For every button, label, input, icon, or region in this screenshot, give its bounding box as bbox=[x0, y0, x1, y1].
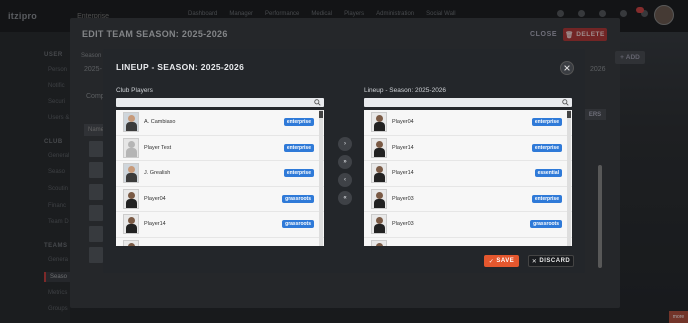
player-row[interactable]: A. Cambiaso enterprise bbox=[116, 110, 324, 136]
player-row[interactable]: Player04 enterprise bbox=[364, 110, 572, 136]
save-button[interactable]: ✓ SAVE bbox=[484, 255, 519, 267]
player-photo bbox=[371, 163, 387, 184]
player-photo bbox=[371, 112, 387, 133]
check-icon: ✓ bbox=[488, 258, 497, 265]
player-name: Player03 bbox=[392, 221, 414, 228]
player-name: J. Grealish bbox=[144, 170, 171, 177]
search-icon bbox=[562, 99, 569, 106]
player-photo bbox=[371, 188, 387, 209]
license-badge: essential bbox=[534, 169, 562, 177]
move-all-right-button[interactable]: » bbox=[338, 155, 352, 169]
discard-button[interactable]: ✕ DISCARD bbox=[528, 255, 574, 267]
player-photo bbox=[371, 239, 387, 246]
player-row[interactable]: J. Grealish enterprise bbox=[116, 161, 324, 187]
search-icon bbox=[314, 99, 321, 106]
player-photo bbox=[123, 163, 139, 184]
license-badge: enterprise bbox=[531, 194, 562, 203]
lineup-label: Lineup - Season: 2025-2026 bbox=[364, 87, 447, 94]
player-row[interactable]: Player14 grassroots bbox=[116, 212, 324, 238]
close-icon: ✕ bbox=[531, 258, 540, 265]
player-photo bbox=[123, 214, 139, 235]
player-row[interactable]: Player03 enterprise bbox=[364, 187, 572, 212]
license-badge: enterprise bbox=[283, 118, 314, 126]
player-name: Player04 bbox=[392, 119, 414, 126]
player-row[interactable]: Player04 grassroots bbox=[116, 187, 324, 212]
save-label: SAVE bbox=[496, 258, 515, 264]
license-badge: grassroots bbox=[282, 194, 314, 203]
player-row[interactable] bbox=[364, 238, 572, 246]
club-players-label: Club Players bbox=[116, 87, 153, 94]
move-all-left-button[interactable]: « bbox=[338, 191, 352, 205]
player-name: Player03 bbox=[392, 195, 414, 202]
license-badge: enterprise bbox=[283, 169, 314, 177]
modal-title: LINEUP - SEASON: 2025-2026 bbox=[116, 62, 245, 72]
player-row[interactable]: Player03 grassroots bbox=[364, 212, 572, 238]
player-name: Player04 bbox=[144, 195, 166, 202]
discard-label: DISCARD bbox=[539, 258, 571, 264]
lineup-search[interactable] bbox=[364, 98, 572, 115]
move-left-button[interactable]: ‹ bbox=[338, 173, 352, 187]
scrollbar[interactable] bbox=[567, 110, 571, 246]
club-players-search[interactable] bbox=[116, 98, 324, 115]
license-badge: enterprise bbox=[531, 118, 562, 126]
move-right-button[interactable]: › bbox=[338, 137, 352, 151]
player-name: Player Test bbox=[144, 144, 172, 151]
player-name: Player14 bbox=[144, 221, 166, 228]
player-photo bbox=[371, 137, 387, 158]
player-photo bbox=[123, 239, 139, 246]
player-photo bbox=[123, 137, 139, 158]
player-row[interactable] bbox=[116, 238, 324, 246]
scrollbar[interactable] bbox=[319, 110, 323, 246]
player-name: Player14 bbox=[392, 144, 414, 151]
license-badge: enterprise bbox=[531, 143, 562, 152]
player-photo bbox=[371, 214, 387, 235]
lineup-modal: LINEUP - SEASON: 2025-2026 Club Players … bbox=[103, 49, 585, 273]
license-badge: enterprise bbox=[283, 143, 314, 152]
player-photo bbox=[123, 112, 139, 133]
lineup-list[interactable]: Player04 enterprise Player14 enterprise Play… bbox=[364, 110, 572, 246]
club-players-list[interactable]: A. Cambiaso enterprise Player Test enterpri… bbox=[116, 110, 324, 246]
player-row[interactable]: Player14 essential bbox=[364, 161, 572, 187]
player-row[interactable]: Player Test enterprise bbox=[116, 136, 324, 161]
player-row[interactable]: Player14 enterprise bbox=[364, 136, 572, 161]
player-name: Player14 bbox=[392, 170, 414, 177]
player-photo bbox=[123, 188, 139, 209]
player-name: A. Cambiaso bbox=[144, 119, 176, 126]
close-icon[interactable] bbox=[560, 61, 574, 75]
license-badge: grassroots bbox=[530, 220, 562, 228]
license-badge: grassroots bbox=[282, 220, 314, 228]
